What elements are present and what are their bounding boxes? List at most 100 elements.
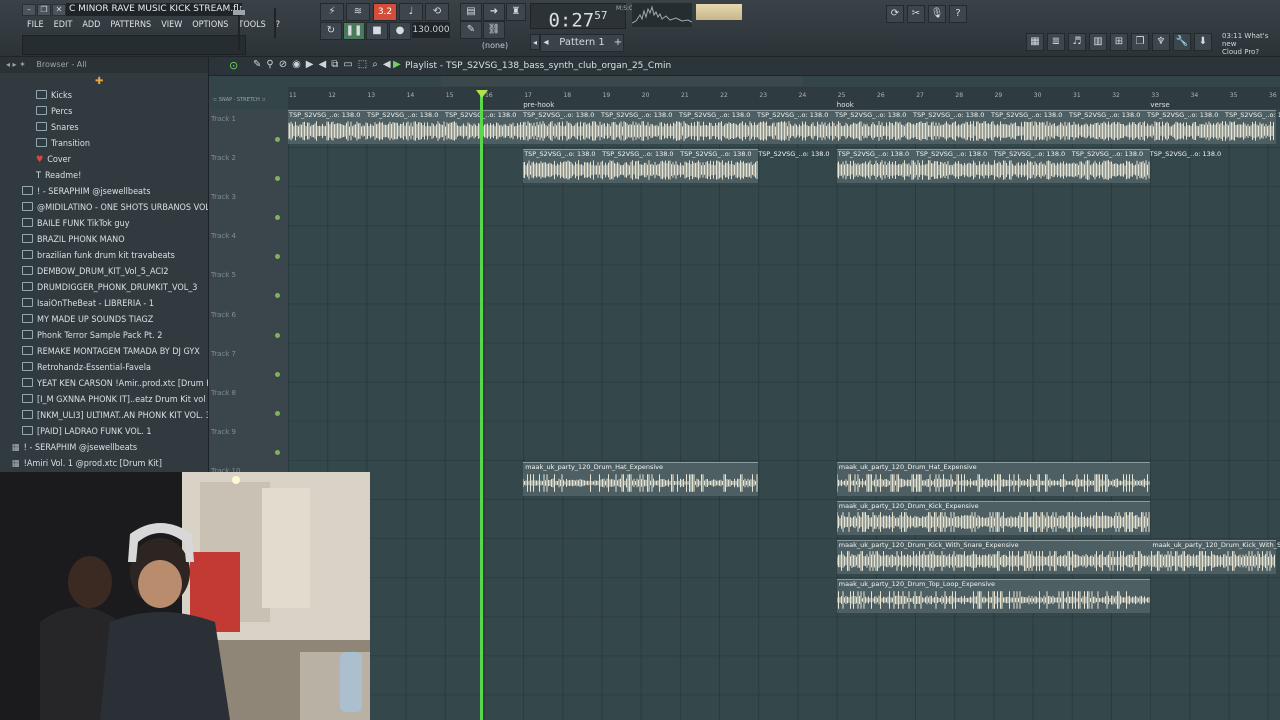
menu-item-view[interactable]: VIEW xyxy=(156,18,187,32)
plugin-icon[interactable]: ⊞ xyxy=(1110,33,1128,51)
track-mute-led[interactable] xyxy=(275,410,280,416)
playhead[interactable] xyxy=(476,90,488,720)
close-button[interactable]: ✕ xyxy=(52,4,66,16)
browser-folder-item[interactable]: Kicks xyxy=(0,88,72,104)
browser-arrow-icon[interactable]: ◂ ▸ ✶ xyxy=(6,60,26,69)
master-volume-slider[interactable] xyxy=(232,0,246,56)
mixer-icon[interactable]: ▥ xyxy=(1089,33,1107,51)
stop-button[interactable]: ■ xyxy=(366,22,388,40)
track-mute-led[interactable] xyxy=(275,371,280,377)
browser-folder-item[interactable]: Snares xyxy=(0,120,79,136)
piano-roll-icon[interactable]: ♬ xyxy=(1068,33,1086,51)
mixer-toggle-icon[interactable]: ▤ xyxy=(460,3,482,21)
microphone-icon[interactable]: 🎙 xyxy=(928,5,946,23)
play-button[interactable]: ❚❚ xyxy=(343,22,365,40)
arrow-right-icon[interactable]: ➜ xyxy=(483,3,505,21)
browser-pack-item[interactable]: ▦! - SERAPHIM @jsewellbeats xyxy=(0,440,137,456)
audio-clip[interactable]: maak_uk_party_120_Drum_Kick_With_Snare_E… xyxy=(1149,540,1280,575)
pattern-prev-icon[interactable]: ◂ xyxy=(541,35,551,51)
restore-button[interactable]: ❐ xyxy=(37,4,51,16)
browser-folder-item[interactable]: brazilian funk drum kit travabeats xyxy=(0,248,175,264)
download-icon[interactable]: ⬇ xyxy=(1194,33,1212,51)
track-label[interactable]: Track 4 xyxy=(211,232,236,240)
browser-folder-item[interactable]: [PAID] LADRAO FUNK VOL. 1 xyxy=(0,424,152,440)
track-header-controls[interactable]: ⊂ SNAP · STRETCH ⊃ xyxy=(213,97,266,103)
wrench-icon[interactable]: 🔧 xyxy=(1173,33,1191,51)
menu-item-edit[interactable]: EDIT xyxy=(49,18,78,32)
audio-clip[interactable]: maak_uk_party_120_Drum_Hat_Expensive xyxy=(522,461,759,496)
pattern-selector[interactable]: ◂ Pattern 1 + xyxy=(540,34,624,52)
track-mute-led[interactable] xyxy=(275,449,280,455)
browser-folder-item[interactable]: @MIDILATINO - ONE SHOTS URBANOS VOL. 2 xyxy=(0,200,208,216)
pattern-back-icon[interactable]: ◂ xyxy=(530,34,540,50)
browser-folder-item[interactable]: Percs xyxy=(0,104,72,120)
menu-item-file[interactable]: FILE xyxy=(22,18,49,32)
loop-icon[interactable]: ↻ xyxy=(320,22,342,40)
browser-folder-item[interactable]: DRUMDIGGER_PHONK_DRUMKIT_VOL_3 xyxy=(0,280,197,296)
browser-icon[interactable]: ❐ xyxy=(1131,33,1149,51)
browser-folder-item[interactable]: Retrohandz-Essential-Favela xyxy=(0,360,151,376)
refresh-icon[interactable]: ⟳ xyxy=(886,5,904,23)
audio-clip[interactable]: TSP_S2VSG_..o: 138.0 TSP_S2VSG_..o: 138.0… xyxy=(836,149,1221,184)
browser-folder-item[interactable]: REMAKE MONTAGEM TAMADA BY DJ GYX xyxy=(0,344,200,360)
audio-clip[interactable]: maak_uk_party_120_Drum_Top_Loop_Expensiv… xyxy=(836,579,1151,614)
record-badge[interactable]: 3.2 xyxy=(373,3,397,21)
magnet-icon[interactable]: ⊙ xyxy=(229,59,243,73)
playlist-play-icon[interactable]: ▶ xyxy=(393,59,401,70)
browser-folder-item[interactable]: Transition xyxy=(0,136,90,152)
add-marker-icon[interactable]: ✚ xyxy=(95,76,103,87)
timeline-ruler[interactable]: 11 12 13 14 15 16 17 18 19 20 21 22 23 24 25 26 27 28 29 30… xyxy=(288,87,1280,110)
track-label[interactable]: Track 5 xyxy=(211,271,236,279)
track-mute-led[interactable] xyxy=(275,332,280,338)
menu-item-patterns[interactable]: PATTERNS xyxy=(105,18,156,32)
track-label[interactable]: Track 7 xyxy=(211,350,236,358)
link-icon[interactable]: ⛓ xyxy=(483,21,505,39)
tempo-display[interactable]: 130.000 xyxy=(412,22,450,38)
browser-folder-item[interactable]: Phonk Terror Sample Pack Pt. 2 xyxy=(0,328,162,344)
browser-folder-item[interactable]: [I_M GXNNA PHONK IT]..eatz Drum Kit vol … xyxy=(0,392,208,408)
track-mute-led[interactable] xyxy=(275,254,280,260)
track-label[interactable]: Track 1 xyxy=(211,115,236,123)
track-label[interactable]: Track 6 xyxy=(211,311,236,319)
audio-clip[interactable]: TSP_S2VSG_..o: 138.0 TSP_S2VSG_..o: 138.0… xyxy=(288,110,1280,145)
help-icon[interactable]: ? xyxy=(949,5,967,23)
song-time-display[interactable]: 0:2757 xyxy=(530,3,626,31)
track-mute-led[interactable] xyxy=(275,215,280,221)
horizontal-scrollbar[interactable] xyxy=(441,76,803,86)
minimize-button[interactable]: – xyxy=(22,4,36,16)
browser-pack-item[interactable]: ▦ !Amiri Vol. 1 @prod.xtc [Drum Kit] xyxy=(0,456,162,472)
browser-folder-item[interactable]: MY MADE UP SOUNDS TIAGZ xyxy=(0,312,153,328)
track-mute-led[interactable] xyxy=(275,176,280,182)
record-button[interactable]: ● xyxy=(389,22,411,40)
browser-folder-item[interactable]: T Readme! xyxy=(0,168,81,184)
pattern-song-toggle[interactable]: ⚡ xyxy=(320,3,344,21)
track-label[interactable]: Track 3 xyxy=(211,193,236,201)
snap-select[interactable]: (none) xyxy=(478,40,512,52)
metronome-button[interactable]: ≋ xyxy=(346,3,370,21)
piano-icon[interactable]: ♜ xyxy=(506,3,526,21)
step-edit-button[interactable]: ♩ xyxy=(399,3,423,21)
playlist-window-icon[interactable]: ▦ xyxy=(1026,33,1044,51)
browser-folder-item[interactable]: YEAT KEN CARSON !Amir..prod.xtc [Drum Ki… xyxy=(0,376,208,392)
menu-item-options[interactable]: OPTIONS xyxy=(187,18,233,32)
track-mute-led[interactable] xyxy=(275,137,280,142)
channel-rack-icon[interactable]: ≣ xyxy=(1047,33,1065,51)
menu-item-add[interactable]: ADD xyxy=(77,18,105,32)
pattern-add-icon[interactable]: + xyxy=(613,35,623,51)
tool-icons[interactable]: ✎⚲⊘◉▶◀⧉▭⬚⌕◀ xyxy=(253,59,396,70)
tools-icon[interactable]: ✂ xyxy=(907,5,925,23)
section-marker[interactable]: verse xyxy=(1150,101,1169,109)
browser-folder-item[interactable]: DEMBOW_DRUM_KIT_Vol_5_ACI2 xyxy=(0,264,169,280)
section-marker[interactable]: pre-hook xyxy=(523,101,554,109)
master-pitch-slider[interactable] xyxy=(270,8,280,38)
browser-folder-item[interactable]: [NKM_ULI3] ULTIMAT..AN PHONK KIT VOL. 3 xyxy=(0,408,208,424)
track-label[interactable]: Track 8 xyxy=(211,389,236,397)
tuner-icon[interactable]: ♆ xyxy=(1152,33,1170,51)
section-marker[interactable]: hook xyxy=(837,101,854,109)
browser-folder-item[interactable]: BRAZIL PHONK MANO xyxy=(0,232,125,248)
pencil-icon[interactable]: ✎ xyxy=(460,21,482,39)
browser-folder-item[interactable]: ! - SERAPHIM @jsewellbeats xyxy=(0,184,150,200)
track-label[interactable]: Track 9 xyxy=(211,428,236,436)
browser-folder-item[interactable]: IsaiOnTheBeat - LIBRERIA - 1 xyxy=(0,296,154,312)
loop-record-button[interactable]: ⟲ xyxy=(425,3,449,21)
